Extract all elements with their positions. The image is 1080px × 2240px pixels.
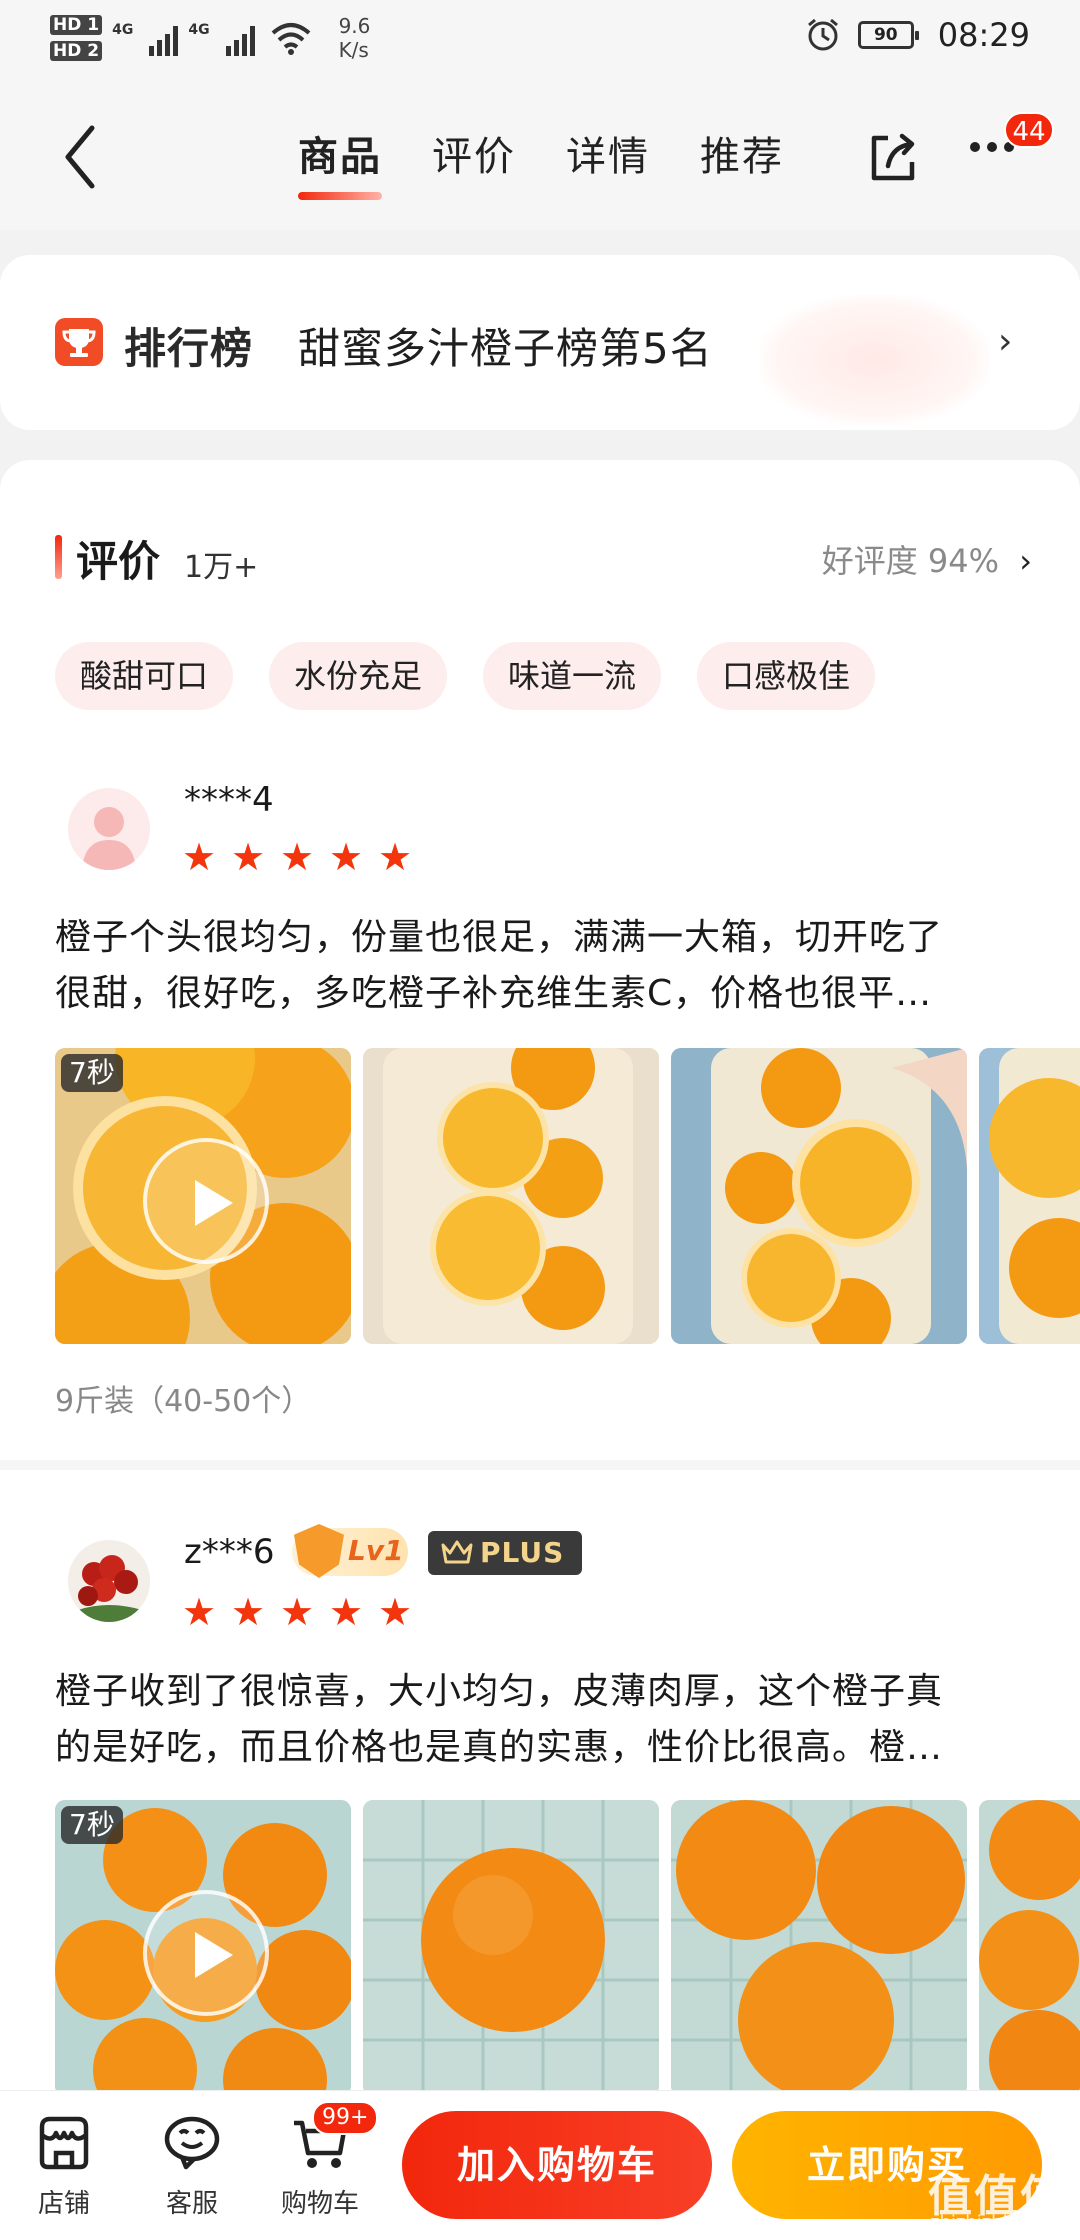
star-icon: ★ [378, 1590, 413, 1634]
shop-button[interactable]: 店铺 [14, 2113, 114, 2220]
star-rating: ★ ★ ★ ★ ★ [182, 1590, 413, 1634]
crown-icon [441, 1540, 473, 1564]
avatar[interactable] [68, 788, 150, 870]
section-accent-bar [55, 535, 62, 579]
video-duration: 7秒 [61, 1806, 123, 1844]
product-spec: 9斤装（40-50个） [55, 1384, 312, 1419]
star-icon: ★ [182, 835, 217, 879]
star-icon: ★ [280, 835, 315, 879]
network-label-2: 4G [188, 22, 210, 38]
star-icon: ★ [231, 1590, 266, 1634]
back-arrow-icon[interactable] [60, 122, 100, 192]
hd1-label: HD 1 [50, 15, 103, 35]
tab-details[interactable]: 详情 [566, 130, 650, 200]
ranking-card[interactable]: 排行榜 甜蜜多汁橙子榜第5名 › [0, 255, 1080, 430]
tab-bar: 商品 评价 详情 推荐 [298, 130, 784, 200]
customer-service-icon [164, 2116, 220, 2170]
trophy-decoration [760, 295, 990, 425]
hd2-label: HD 2 [50, 41, 103, 61]
clock: 08:29 [937, 16, 1030, 54]
battery-icon: 90 [857, 21, 919, 49]
review-photo[interactable] [979, 1800, 1080, 2096]
tab-reviews[interactable]: 评价 [432, 130, 516, 200]
add-to-cart-button[interactable]: 加入购物车 [402, 2111, 712, 2219]
review-tag[interactable]: 味道一流 [483, 642, 662, 710]
share-icon[interactable] [866, 130, 920, 184]
star-icon: ★ [280, 1590, 315, 1634]
review-photo[interactable] [363, 1800, 659, 2096]
more-icon[interactable] [970, 142, 1014, 152]
ranking-text: 甜蜜多汁橙子榜第5名 [298, 324, 713, 373]
chevron-right-icon: › [998, 321, 1013, 362]
plus-member-badge: PLUS [428, 1531, 582, 1575]
review-tag[interactable]: 水份充足 [269, 642, 448, 710]
tab-recommend[interactable]: 推荐 [700, 130, 784, 200]
star-rating: ★ ★ ★ ★ ★ [182, 835, 413, 879]
cart-button[interactable]: 购物车 99+ [270, 2101, 379, 2220]
cart-count-badge: 99+ [312, 2101, 379, 2135]
tab-product[interactable]: 商品 [298, 130, 382, 200]
video-duration: 7秒 [61, 1054, 123, 1092]
watermark-url: zhizhizhi.com [930, 2212, 1052, 2233]
positive-rate-value: 94% [927, 542, 1000, 580]
service-label: 客服 [165, 2189, 218, 2219]
play-icon[interactable] [143, 1890, 269, 2016]
review-photos: 7秒 [55, 1800, 1080, 2096]
alarm-icon [807, 18, 838, 51]
review-photo[interactable] [979, 1048, 1080, 1344]
hd-indicators: HD 1 HD 2 [50, 15, 103, 61]
review-text[interactable]: 橙子收到了很惊喜，大小均匀，皮薄肉厚，这个橙子真 的是好吃，而且价格也是真的实惠… [55, 1664, 1015, 1776]
message-count-badge: 44 [1004, 112, 1054, 148]
bottom-action-bar: 店铺 客服 购物车 99+ 加入购物车 立即购买 [0, 2090, 1080, 2240]
trophy-icon [55, 318, 103, 366]
review-photo[interactable] [671, 1048, 967, 1344]
network-speed: 9.6 K/s [338, 14, 371, 62]
review-tag[interactable]: 口感极佳 [697, 642, 876, 710]
review-text[interactable]: 橙子个头很均匀，份量也很足，满满一大箱，切开吃了 很甜，很好吃，多吃橙子补充维生… [55, 910, 1015, 1022]
nav-bar: 商品 评价 详情 推荐 44 [0, 80, 1080, 230]
review-divider [0, 1460, 1080, 1470]
reviewer-name: z***6 [184, 1532, 275, 1572]
service-button[interactable]: 客服 [142, 2113, 242, 2220]
shop-icon [39, 2116, 89, 2170]
status-bar: HD 1 HD 2 4G 4G 9.6 K/s 90 08:29 [0, 0, 1080, 80]
ranking-label: 排行榜 [124, 324, 254, 373]
positive-rate-label: 好评度 [821, 542, 918, 580]
wifi-icon [271, 23, 310, 55]
review-photo[interactable] [671, 1800, 967, 2096]
review-photo[interactable] [363, 1048, 659, 1344]
review-video[interactable]: 7秒 [55, 1800, 351, 2096]
shield-icon [294, 1524, 344, 1578]
cart-label: 购物车 [280, 2189, 359, 2219]
signal-icon-1 [149, 20, 179, 56]
member-level-badge: Lv1 [292, 1524, 408, 1578]
reviewer-name: ****4 [184, 780, 274, 820]
star-icon: ★ [231, 835, 266, 879]
section-title: 评价 [76, 537, 161, 586]
shop-label: 店铺 [37, 2189, 90, 2219]
star-icon: ★ [329, 835, 364, 879]
avatar[interactable] [68, 1540, 150, 1622]
review-count: 1万+ [184, 550, 259, 585]
play-icon[interactable] [143, 1138, 269, 1264]
positive-rate-link[interactable]: 好评度 94% › [822, 536, 1032, 582]
review-tag[interactable]: 酸甜可口 [55, 642, 234, 710]
star-icon: ★ [182, 1590, 217, 1634]
review-tags: 酸甜可口 水份充足 味道一流 口感极佳 [55, 642, 876, 710]
review-photos: 7秒 [55, 1048, 1080, 1344]
star-icon: ★ [378, 835, 413, 879]
signal-icon-2 [225, 20, 255, 56]
star-icon: ★ [329, 1590, 364, 1634]
network-label-1: 4G [112, 22, 134, 38]
chevron-right-icon: › [1019, 542, 1032, 580]
review-video[interactable]: 7秒 [55, 1048, 351, 1344]
